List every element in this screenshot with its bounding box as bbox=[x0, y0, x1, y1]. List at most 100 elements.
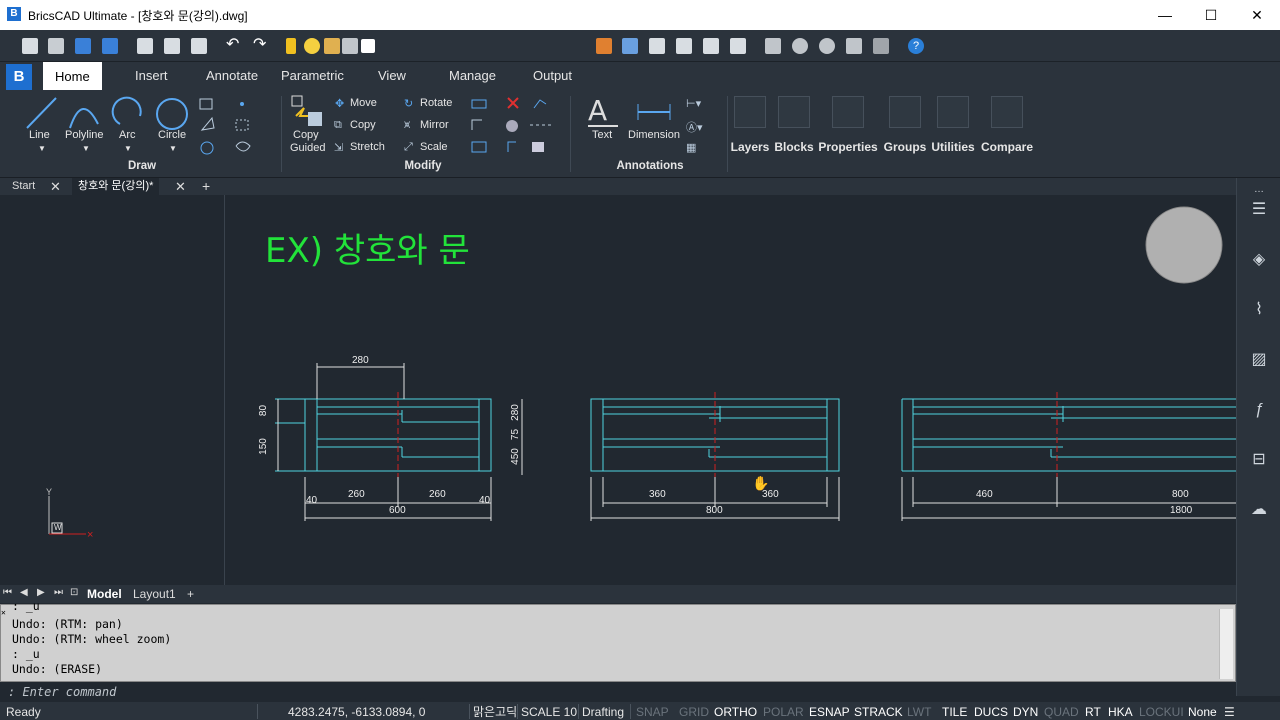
cloud-upload-icon[interactable]: ☁ bbox=[1247, 498, 1271, 522]
toggle-tile[interactable]: TILE bbox=[940, 704, 969, 720]
close-icon[interactable]: ✕ bbox=[1, 608, 6, 617]
mirror-button[interactable]: Mirror bbox=[420, 119, 449, 131]
save-icon[interactable] bbox=[75, 38, 91, 54]
redo-icon[interactable]: ↷ bbox=[253, 37, 269, 54]
select-all-icon[interactable] bbox=[649, 38, 665, 54]
scale-button[interactable]: Scale bbox=[420, 141, 448, 153]
layer-on-icon[interactable] bbox=[286, 38, 296, 54]
line-button[interactable]: Line bbox=[29, 129, 50, 141]
blocks-panel-icon[interactable] bbox=[778, 96, 810, 128]
compare-panel-button[interactable]: Compare bbox=[978, 140, 1036, 154]
make-current-layer-icon[interactable] bbox=[622, 38, 638, 54]
model-tab[interactable]: Model bbox=[87, 587, 122, 601]
layers-panel-button[interactable]: Layers bbox=[728, 140, 772, 154]
toggle-ducs[interactable]: DUCS bbox=[972, 704, 1010, 720]
text-style-icon[interactable]: Ⓐ▾ bbox=[686, 119, 703, 135]
layout1-tab[interactable]: Layout1 bbox=[133, 587, 176, 601]
compare-panel-icon[interactable] bbox=[991, 96, 1023, 128]
toggle-dyn[interactable]: DYN bbox=[1011, 704, 1040, 720]
attachment-icon[interactable]: ⌇ bbox=[1247, 298, 1271, 322]
measure-icon[interactable] bbox=[792, 38, 808, 54]
command-history[interactable]: : _u Undo: (RTM: pan) Undo: (RTM: wheel … bbox=[0, 599, 1236, 682]
toggle-strack[interactable]: STRACK bbox=[852, 704, 905, 720]
scale-display[interactable]: SCALE 10 bbox=[519, 704, 579, 720]
copy-guided-button-line2[interactable]: Guided bbox=[290, 142, 325, 154]
open-file-icon[interactable] bbox=[48, 38, 64, 54]
print-icon[interactable] bbox=[191, 38, 207, 54]
first-layout-icon[interactable]: ⏮ bbox=[3, 587, 12, 598]
plot-icon[interactable] bbox=[164, 38, 180, 54]
chevron-down-icon[interactable]: ▼ bbox=[38, 144, 46, 153]
workspace-display[interactable]: Drafting bbox=[580, 704, 626, 720]
document-tab-current[interactable]: 창호와 문(강의)* bbox=[72, 178, 160, 195]
dimension-button[interactable]: Dimension bbox=[628, 129, 680, 141]
image-icon[interactable] bbox=[873, 38, 889, 54]
copy-button[interactable]: Copy bbox=[350, 119, 376, 131]
tab-output[interactable]: Output bbox=[533, 68, 572, 83]
select-window-icon[interactable] bbox=[676, 38, 692, 54]
drawing-canvas[interactable]: EX) 창호와 문 280 80 150 280 75 450 40 260 2… bbox=[0, 195, 1236, 585]
close-icon[interactable]: ✕ bbox=[175, 178, 186, 195]
toggle-snap[interactable]: SNAP bbox=[634, 704, 671, 720]
coordinates-display[interactable]: 4283.2475, -6133.0894, 0 bbox=[286, 704, 427, 720]
help-icon[interactable]: ? bbox=[908, 38, 924, 54]
layers-icon[interactable]: ◈ bbox=[1247, 248, 1271, 272]
new-tab-icon[interactable]: + bbox=[202, 178, 210, 195]
tab-home[interactable]: Home bbox=[43, 62, 102, 90]
add-layout-icon[interactable]: + bbox=[187, 587, 194, 601]
properties-panel-icon[interactable] bbox=[765, 38, 781, 54]
save-as-icon[interactable] bbox=[102, 38, 118, 54]
undo-icon[interactable]: ↶ bbox=[226, 37, 242, 54]
layer-lock-icon[interactable] bbox=[324, 38, 340, 54]
properties-panel-button[interactable]: Properties bbox=[816, 140, 880, 154]
toggle-esnap[interactable]: ESNAP bbox=[807, 704, 852, 720]
minimize-button[interactable]: — bbox=[1142, 0, 1188, 30]
chevron-down-icon[interactable]: ▼ bbox=[169, 144, 177, 153]
toggle-polar[interactable]: POLAR bbox=[761, 704, 806, 720]
toggle-quad[interactable]: QUAD bbox=[1042, 704, 1081, 720]
edit-icon[interactable] bbox=[846, 38, 862, 54]
toggle-ortho[interactable]: ORTHO bbox=[712, 704, 759, 720]
toggle-lockui[interactable]: LOCKUI bbox=[1137, 704, 1186, 720]
command-input[interactable]: : Enter command bbox=[0, 682, 1236, 702]
layout-list-icon[interactable]: ⊡ bbox=[70, 587, 78, 598]
select-similar-icon[interactable] bbox=[730, 38, 746, 54]
chevron-down-icon[interactable]: ▼ bbox=[124, 144, 132, 153]
toggle-rt[interactable]: RT bbox=[1083, 704, 1103, 720]
print-preview-icon[interactable] bbox=[137, 38, 153, 54]
prev-layout-icon[interactable]: ◀ bbox=[20, 587, 28, 598]
move-button[interactable]: Move bbox=[350, 97, 377, 109]
maximize-button[interactable]: ☐ bbox=[1188, 0, 1234, 30]
command-history-scrollbar[interactable] bbox=[1219, 609, 1233, 679]
layer-thaw-icon[interactable] bbox=[304, 38, 320, 54]
function-icon[interactable]: ƒ bbox=[1247, 398, 1271, 422]
settings-gear-icon[interactable] bbox=[819, 38, 835, 54]
toggle-grid[interactable]: GRID bbox=[677, 704, 711, 720]
layers-panel-icon[interactable] bbox=[734, 96, 766, 128]
copy-guided-button-line1[interactable]: Copy bbox=[293, 129, 319, 141]
application-menu-icon[interactable]: B bbox=[6, 64, 32, 90]
new-file-icon[interactable] bbox=[22, 38, 38, 54]
toggle-hka[interactable]: HKA bbox=[1106, 704, 1135, 720]
tab-parametric[interactable]: Parametric bbox=[281, 68, 344, 83]
utilities-panel-icon[interactable] bbox=[937, 96, 969, 128]
match-properties-icon[interactable] bbox=[596, 38, 612, 54]
toggle-lwt[interactable]: LWT bbox=[905, 704, 933, 720]
close-icon[interactable]: ✕ bbox=[50, 178, 61, 195]
hatch-icon[interactable]: ▨ bbox=[1247, 348, 1271, 372]
blocks-panel-button[interactable]: Blocks bbox=[772, 140, 816, 154]
close-button[interactable]: ✕ bbox=[1234, 0, 1280, 30]
text-button[interactable]: Text bbox=[592, 129, 612, 141]
select-crossing-icon[interactable] bbox=[703, 38, 719, 54]
groups-panel-button[interactable]: Groups bbox=[882, 140, 928, 154]
chevron-down-icon[interactable]: ▼ bbox=[82, 144, 90, 153]
start-tab[interactable]: Start bbox=[12, 178, 35, 195]
layer-color-icon[interactable] bbox=[361, 39, 375, 53]
utilities-panel-button[interactable]: Utilities bbox=[929, 140, 977, 154]
rotate-button[interactable]: Rotate bbox=[420, 97, 452, 109]
settings-sliders-icon[interactable]: ☰ bbox=[1247, 198, 1271, 222]
layer-print-icon[interactable] bbox=[342, 38, 358, 54]
tab-manage[interactable]: Manage bbox=[449, 68, 496, 83]
toggle-none[interactable]: None bbox=[1186, 704, 1219, 720]
status-menu-icon[interactable]: ☰ bbox=[1222, 704, 1237, 720]
